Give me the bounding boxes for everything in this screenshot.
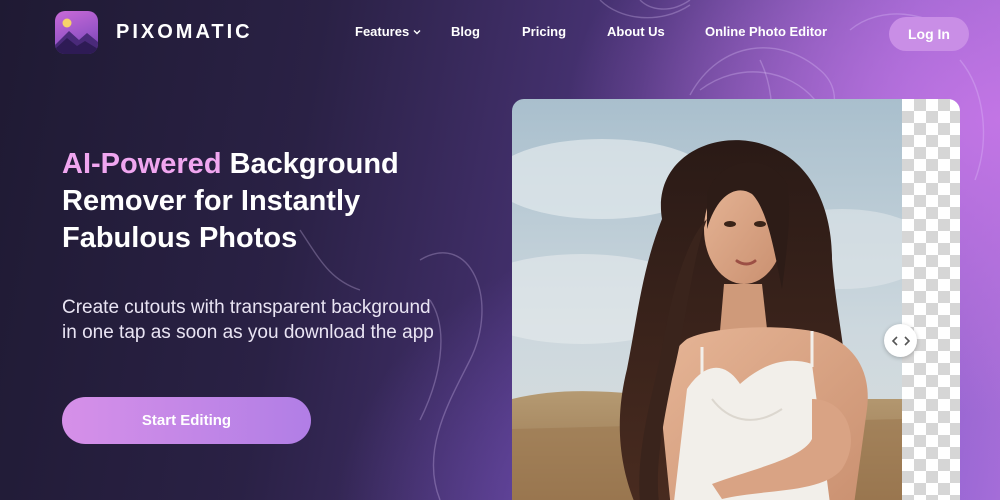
chevron-down-icon <box>413 29 421 34</box>
hero-subtext: Create cutouts with transparent backgrou… <box>62 295 502 345</box>
nav-item-label: About Us <box>607 24 665 39</box>
nav-item-pricing[interactable]: Pricing <box>522 24 566 39</box>
brand-name: PIXOMATIC <box>116 21 253 43</box>
nav-item-label: Pricing <box>522 24 567 39</box>
nav-item-features[interactable]: Features <box>355 24 421 39</box>
nav-item-label: Blog <box>451 24 480 39</box>
portrait-photo <box>512 99 902 500</box>
comparison-slider-handle[interactable] <box>884 324 917 357</box>
nav-item-label: Online Photo Editor <box>705 24 828 39</box>
image-landscape-icon <box>55 11 98 54</box>
nav-item-blog[interactable]: Blog <box>451 24 480 39</box>
transparent-background-preview <box>902 99 960 500</box>
headline-accent: AI-Powered <box>62 148 222 180</box>
hero-headline: AI-Powered Background Remover for Instan… <box>62 146 502 257</box>
before-after-comparison[interactable] <box>512 99 960 500</box>
subtext-line2: in one tap as soon as you download the a… <box>62 322 434 343</box>
login-button[interactable]: Log In <box>889 17 969 51</box>
nav-item-online-photo-editor[interactable]: Online Photo Editor <box>705 24 827 39</box>
landing-page: PIXOMATIC Features Blog Pricing About Us… <box>0 0 1000 500</box>
headline-line1-rest: Background <box>221 148 399 180</box>
nav-item-label: Features <box>355 24 410 39</box>
headline-line3: Fabulous Photos <box>62 222 298 254</box>
nav-item-about-us[interactable]: About Us <box>607 24 665 39</box>
chevron-left-right-icon <box>891 335 910 346</box>
brand-logo[interactable]: PIXOMATIC <box>55 11 253 54</box>
subtext-line1: Create cutouts with transparent backgrou… <box>62 297 431 318</box>
headline-line2: Remover for Instantly <box>62 185 361 217</box>
start-editing-button[interactable]: Start Editing <box>62 397 311 444</box>
